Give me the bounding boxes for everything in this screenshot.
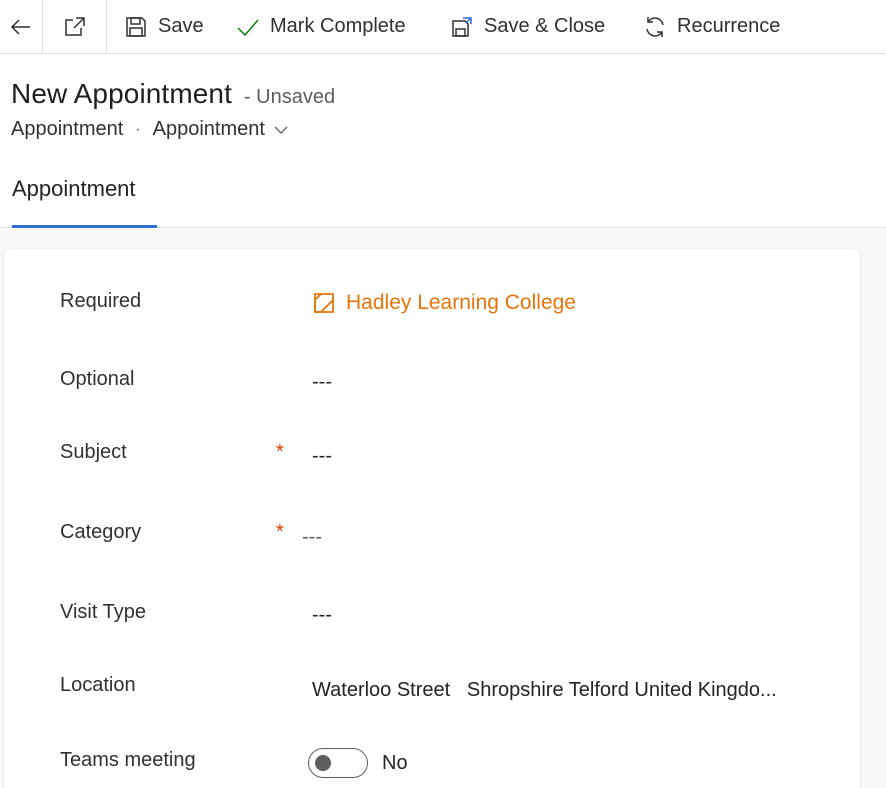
subject-required-marker: *: [276, 441, 284, 463]
checkmark-icon: [236, 15, 260, 39]
visit-type-label: Visit Type: [60, 601, 146, 623]
category-field[interactable]: ---: [302, 526, 322, 549]
optional-attendees-field[interactable]: ---: [312, 371, 332, 394]
required-label: Required: [60, 290, 142, 312]
arrow-left-icon: [10, 18, 30, 35]
selected-tab-indicator: [12, 225, 157, 228]
record-header: New Appointment - Unsaved: [11, 78, 335, 110]
save-label: Save: [158, 15, 204, 37]
category-required-marker: *: [276, 521, 284, 543]
category-label: Category: [60, 521, 142, 543]
teams-meeting-toggle-group: No: [308, 748, 408, 778]
save-and-close-label: Save & Close: [484, 15, 606, 37]
required-attendee-name: Hadley Learning College: [346, 291, 576, 314]
account-icon: [314, 293, 334, 313]
subject-label: Subject: [60, 441, 127, 463]
form-name: Appointment: [152, 118, 265, 140]
tab-appointment[interactable]: Appointment: [12, 176, 136, 202]
back-button[interactable]: [0, 0, 43, 53]
teams-meeting-state: No: [382, 751, 408, 774]
teams-meeting-label: Teams meeting: [60, 749, 196, 771]
save-status: - Unsaved: [243, 86, 336, 108]
recurrence-label: Recurrence: [677, 15, 781, 37]
mark-complete-label: Mark Complete: [270, 15, 406, 37]
save-button[interactable]: Save: [124, 0, 204, 53]
recurrence-button[interactable]: Recurrence: [643, 0, 780, 53]
refresh-icon: [643, 15, 667, 39]
page-title: New Appointment: [11, 78, 232, 109]
open-in-new-window-icon: [64, 16, 85, 36]
form-selector[interactable]: Appointment: [153, 118, 289, 141]
save-close-icon: [450, 15, 474, 39]
location-field[interactable]: Waterloo Street Shropshire Telford Unite…: [312, 679, 777, 702]
visit-type-field[interactable]: ---: [312, 604, 332, 627]
optional-label: Optional: [60, 368, 135, 390]
save-and-close-button[interactable]: Save & Close: [450, 0, 605, 53]
location-label: Location: [60, 674, 136, 696]
subject-field[interactable]: ---: [312, 445, 332, 468]
mark-complete-button[interactable]: Mark Complete: [236, 0, 406, 53]
form-canvas: Required Hadley Learning College Optiona…: [0, 229, 886, 788]
chevron-down-icon: [274, 126, 288, 134]
tab-list: Appointment: [0, 166, 886, 228]
required-attendee-lookup[interactable]: Hadley Learning College: [312, 291, 576, 315]
record-subtitle: Appointment · Appointment: [11, 118, 289, 141]
command-bar: Save Mark Complete Save & Close Recurren…: [0, 0, 886, 54]
open-in-new-window-button[interactable]: [43, 0, 107, 53]
save-icon: [124, 15, 148, 39]
form-section-card: Required Hadley Learning College Optiona…: [4, 249, 860, 788]
toggle-knob: [315, 755, 331, 771]
separator-dot: ·: [135, 120, 141, 138]
teams-meeting-toggle[interactable]: [308, 748, 368, 778]
entity-name: Appointment: [11, 118, 124, 140]
